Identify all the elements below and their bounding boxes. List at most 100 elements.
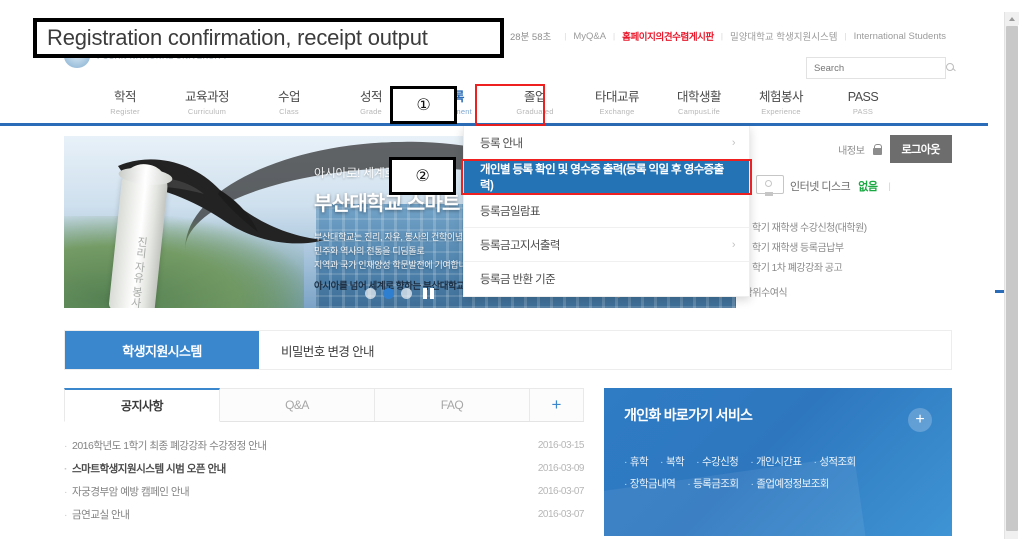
nav-label-en: Exchange: [599, 107, 635, 116]
panel-title: 개인화 바로가기 서비스: [624, 407, 753, 423]
carousel-dot-1[interactable]: [365, 288, 376, 299]
board-more-button[interactable]: +: [530, 388, 584, 421]
nav-label-ko: 교육과정: [184, 90, 230, 104]
nav-label-ko: 대학생활: [676, 90, 722, 104]
scroll-up-arrow-icon[interactable]: [1005, 12, 1019, 25]
nav-label-en: Curriculum: [187, 107, 227, 116]
nav-label-en: Experience: [761, 107, 801, 116]
schedule-item[interactable]: 학기 재학생 수강신청(대학원): [752, 219, 952, 239]
scrollbar-thumb[interactable]: [1006, 26, 1018, 531]
notice-list: · 2016학년도 1학기 최종 폐강강좌 수강정정 안내 2016-03-15 …: [64, 422, 585, 526]
utility-separator: |: [564, 31, 567, 41]
utility-link-international-students[interactable]: International Students: [854, 31, 946, 42]
utility-link-feedback-board[interactable]: 홈페이지의견수렴게시판: [622, 29, 714, 43]
schedule-item[interactable]: 학기 1차 폐강강좌 공고: [752, 259, 952, 279]
logout-button[interactable]: 로그아웃: [889, 135, 952, 163]
notice-date: 2016-03-07: [537, 509, 585, 520]
menu-item-individual-receipt-print[interactable]: 개인별 등록 확인 및 영수증 출력(등록 익일 후 영수증출력): [464, 160, 749, 194]
shortcut-label: 휴학: [629, 456, 649, 468]
notice-row[interactable]: · 자궁경부암 예방 캠페인 안내 2016-03-07: [64, 480, 585, 503]
tab-qa[interactable]: Q&A: [220, 388, 375, 421]
page-content: 28분 58초 | MyQ&A | 홈페이지의견수렴게시판 | 밀양대학교 학생…: [0, 0, 988, 551]
search-box[interactable]: [806, 57, 954, 79]
nav-label-en: PASS: [852, 107, 874, 116]
carousel-dot-2[interactable]: [383, 288, 394, 299]
notice-row[interactable]: · 2016학년도 1학기 최종 폐강강좌 수강정정 안내 2016-03-15: [64, 434, 585, 457]
tab-faq[interactable]: FAQ: [375, 388, 530, 421]
annotation-title-text: Registration confirmation, receipt outpu…: [47, 25, 428, 50]
panel-add-button[interactable]: +: [908, 408, 932, 432]
my-info-label[interactable]: 내정보: [838, 142, 865, 157]
nav-item-pass[interactable]: PASS PASS: [822, 84, 904, 116]
vertical-scrollbar[interactable]: [1004, 12, 1019, 539]
notice-title: · 금연교실 안내: [64, 507, 129, 522]
monitor-screen-dot: [765, 180, 772, 187]
schedule-item[interactable]: 학기 재학생 등록금납부: [752, 239, 952, 259]
notice-row[interactable]: · 스마트학생지원시스템 시범 오픈 안내 2016-03-09: [64, 457, 585, 480]
shortcut-course-registration[interactable]: · 수강신청: [696, 451, 739, 473]
notice-row[interactable]: · 금연교실 안내 2016-03-07: [64, 503, 585, 526]
notice-title-text: 2016학년도 1학기 최종 폐강강좌 수강정정 안내: [72, 440, 267, 452]
nav-item-class[interactable]: 수업 Class: [248, 84, 330, 116]
step-marker-2: ②: [389, 157, 456, 195]
utility-link-myqa[interactable]: MyQ&A: [573, 31, 606, 42]
enrollment-dropdown-menu: 등록 안내 › 개인별 등록 확인 및 영수증 출력(등록 익일 후 영수증출력…: [463, 126, 750, 297]
nav-label-ko: 타대교류: [594, 90, 640, 104]
bullet-icon: ·: [696, 456, 699, 468]
shortcut-return-to-school[interactable]: · 복학: [660, 451, 685, 473]
menu-item-enrollment-guide[interactable]: 등록 안내 ›: [464, 126, 749, 160]
chevron-right-icon: ›: [731, 136, 736, 149]
main-navigation: 학적 Register 교육과정 Curriculum 수업 Class 성적 …: [0, 84, 988, 126]
nav-label-en: CampusLife: [677, 107, 721, 116]
menu-item-tuition-bill-print[interactable]: 등록금고지서출력 ›: [464, 228, 749, 262]
bullet-icon: ·: [64, 486, 68, 498]
bullet-icon: ·: [64, 509, 68, 521]
search-input[interactable]: [814, 62, 946, 74]
carousel-dot-3[interactable]: [401, 288, 412, 299]
annotation-title-box: Registration confirmation, receipt outpu…: [33, 18, 504, 58]
menu-item-tuition-refund-standard[interactable]: 등록금 반환 기준: [464, 262, 749, 296]
menu-item-label: 등록 안내: [480, 137, 523, 150]
nav-label-ko: 졸업: [523, 90, 547, 104]
notice-title: · 자궁경부암 예방 캠페인 안내: [64, 484, 189, 499]
nav-item-curriculum[interactable]: 교육과정 Curriculum: [166, 84, 248, 116]
notice-date: 2016-03-09: [537, 463, 585, 474]
screenshot-root: 28분 58초 | MyQ&A | 홈페이지의견수렴게시판 | 밀양대학교 학생…: [0, 0, 1024, 551]
session-timer: 28분 58초: [509, 32, 552, 43]
nav-item-exchange[interactable]: 타대교류 Exchange: [576, 84, 658, 116]
menu-item-tuition-table[interactable]: 등록금일람표: [464, 194, 749, 228]
bullet-icon: ·: [750, 456, 754, 468]
tab-notices[interactable]: 공지사항: [64, 388, 220, 422]
carousel-pause-icon[interactable]: [422, 287, 435, 300]
nav-label-ko: 체험봉사: [758, 90, 804, 104]
menu-item-label: 등록금 반환 기준: [480, 274, 556, 286]
nav-item-campuslife[interactable]: 대학생활 CampusLife: [658, 84, 740, 116]
search-icon[interactable]: [946, 63, 956, 73]
personalized-shortcut-panel: 개인화 바로가기 서비스 + · 휴학 · 복학 · 수강신청 · 개인시간표 · 성적조…: [604, 388, 952, 536]
pillar-inscription: 진리 자유 봉사: [128, 235, 149, 308]
page-edge-marker: [995, 290, 1004, 293]
nav-item-register[interactable]: 학적 Register: [84, 84, 166, 116]
internet-disk-status: 없음: [858, 181, 878, 193]
bullet-icon: ·: [64, 463, 68, 475]
nav-item-experience[interactable]: 체험봉사 Experience: [740, 84, 822, 116]
utility-separator: |: [844, 31, 847, 41]
utility-separator: |: [720, 31, 723, 41]
internet-disk-row[interactable]: 인터넷 디스크 없음 |: [748, 175, 952, 197]
carousel-controls: [365, 287, 435, 300]
step-marker-1: ①: [390, 86, 457, 124]
shortcut-leave-of-absence[interactable]: · 휴학: [624, 451, 649, 473]
notice-title-text: 자궁경부암 예방 캠페인 안내: [72, 486, 190, 498]
lock-icon: [872, 143, 883, 155]
student-support-system-badge[interactable]: 학생지원시스템: [65, 331, 259, 369]
utility-link-miryang-system[interactable]: 밀양대학교 학생지원시스템: [730, 29, 838, 43]
utility-separator: |: [613, 31, 616, 41]
nav-label-en: Graduated: [516, 107, 554, 116]
nav-item-graduated[interactable]: 졸업 Graduated: [494, 84, 576, 116]
password-change-notice[interactable]: 비밀번호 변경 안내: [259, 331, 951, 369]
notice-title-text: 스마트학생지원시스템 시범 오픈 안내: [72, 463, 226, 475]
menu-item-label: 등록금고지서출력: [480, 239, 560, 252]
nav-label-ko: 학적: [113, 90, 137, 104]
notice-title: · 2016학년도 1학기 최종 폐강강좌 수강정정 안내: [64, 438, 267, 453]
shortcut-label: 복학: [665, 456, 685, 468]
